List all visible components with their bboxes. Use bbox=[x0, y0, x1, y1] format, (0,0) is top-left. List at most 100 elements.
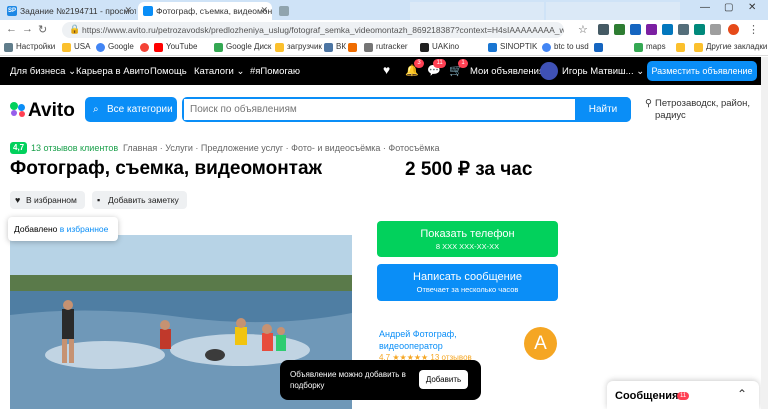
back-icon[interactable]: ← bbox=[6, 23, 17, 35]
bookmark-uakino[interactable]: UAKino bbox=[420, 42, 459, 52]
bookmark-maps[interactable]: maps bbox=[634, 42, 666, 52]
google-icon bbox=[96, 43, 105, 52]
minimize-icon[interactable]: — bbox=[700, 2, 710, 13]
bookmark-other[interactable]: Другие закладки bbox=[694, 42, 767, 52]
write-message-button[interactable]: Написать сообщение Отвечает за несколько… bbox=[377, 264, 558, 301]
page-title: Фотограф, съемка, видеомонтаж bbox=[10, 158, 323, 179]
toast-add-button[interactable]: Добавить bbox=[419, 370, 468, 389]
show-phone-button[interactable]: Показать телефон 8 XXX XXX-XX-XX bbox=[377, 221, 558, 257]
bookmark-gdrive[interactable]: Google Диск bbox=[214, 42, 271, 52]
reload-icon[interactable]: ↻ bbox=[38, 23, 47, 36]
folder-icon bbox=[676, 43, 685, 52]
page-scrollbar[interactable] bbox=[761, 57, 768, 409]
chat-icon[interactable]: 💬 11 bbox=[427, 59, 446, 77]
seller-avatar[interactable]: A bbox=[524, 327, 557, 360]
site-icon bbox=[420, 43, 429, 52]
lock-icon: 🔒 bbox=[69, 24, 81, 34]
cart-badge: 1 bbox=[458, 59, 468, 68]
forward-icon[interactable]: → bbox=[22, 23, 33, 35]
location-selector[interactable]: ⚲ Петрозаводск, район, радиус bbox=[645, 98, 765, 122]
search-box: Найти bbox=[182, 97, 631, 122]
cart-icon[interactable]: 🛒 1 bbox=[449, 59, 468, 77]
response-time: Отвечает за несколько часов bbox=[416, 285, 519, 294]
tab-other[interactable] bbox=[274, 2, 408, 20]
tab-title: Фотограф, съемка, видеомонтаж bbox=[156, 6, 272, 16]
bookmark-downloader[interactable]: загрузчик bbox=[275, 42, 322, 52]
tab-other-3[interactable] bbox=[546, 2, 680, 20]
nav-career[interactable]: Карьера в Авито bbox=[76, 66, 149, 77]
post-ad-button[interactable]: Разместить объявление bbox=[647, 61, 757, 81]
folder-icon bbox=[62, 43, 71, 52]
close-icon[interactable]: ✕ bbox=[260, 5, 268, 16]
extension-icon[interactable] bbox=[678, 24, 689, 35]
my-ads-link[interactable]: Мои объявления bbox=[470, 66, 544, 77]
extension-icon[interactable] bbox=[646, 24, 657, 35]
browser-tab-bar: SP Задание №2194711 - просмотр з ✕ Фотог… bbox=[0, 0, 768, 20]
collection-toast: Объявление можно добавить в подборку Доб… bbox=[280, 360, 481, 400]
find-button[interactable]: Найти bbox=[575, 97, 631, 122]
avatar[interactable] bbox=[540, 62, 558, 80]
gear-icon bbox=[4, 43, 13, 52]
avito-favicon-icon bbox=[143, 6, 153, 16]
breadcrumb[interactable]: Главная · Услуги · Предложение услуг · Ф… bbox=[123, 143, 440, 153]
location-text: Петрозаводск, район, радиус bbox=[655, 98, 751, 121]
messages-label: Сообщения bbox=[615, 390, 679, 402]
nav-help[interactable]: Помощь bbox=[150, 66, 187, 77]
url-field[interactable]: 🔒 https://www.avito.ru/petrozavodsk/pred… bbox=[62, 22, 564, 38]
extension-icon[interactable] bbox=[598, 24, 609, 35]
star-icon[interactable]: ☆ bbox=[578, 23, 588, 36]
tab-task[interactable]: SP Задание №2194711 - просмотр з ✕ bbox=[2, 2, 136, 20]
extension-icon[interactable] bbox=[662, 24, 673, 35]
rating-badge: 4,7 bbox=[10, 142, 28, 154]
yandex-icon bbox=[140, 43, 149, 52]
bookmark-sinoptik[interactable]: SINOPTIK bbox=[488, 42, 537, 52]
chevron-up-icon[interactable]: ⌃ bbox=[737, 387, 747, 401]
bookmark-settings[interactable]: Настройки bbox=[4, 42, 55, 52]
reviews-link[interactable]: 13 отзывов клиентов bbox=[31, 143, 118, 153]
bookmark-usa[interactable]: USA bbox=[62, 42, 90, 52]
favorite-button[interactable]: ♥ В избранном bbox=[10, 191, 85, 209]
folder-icon bbox=[694, 43, 703, 52]
maximize-icon[interactable]: ▢ bbox=[724, 2, 733, 13]
tooltip-favorites-link[interactable]: в избранное bbox=[60, 224, 109, 234]
write-message-label: Написать сообщение bbox=[413, 271, 522, 283]
bookmark-rutracker[interactable]: rutracker bbox=[364, 42, 408, 52]
user-menu[interactable]: Игорь Матвиш... ⌄ bbox=[562, 66, 644, 77]
bell-icon[interactable]: 🔔 3 bbox=[405, 59, 424, 77]
youtube-icon bbox=[154, 43, 163, 52]
categories-label: Все категории bbox=[107, 104, 173, 115]
close-icon[interactable]: ✕ bbox=[124, 5, 132, 16]
profile-icon[interactable] bbox=[728, 24, 739, 35]
bookmark-vk[interactable]: ВК bbox=[324, 42, 346, 52]
tooltip-text: Добавлено bbox=[14, 224, 58, 234]
bookmark-btc[interactable]: btc to usd bbox=[542, 42, 589, 52]
add-note-button[interactable]: ▪ Добавить заметку bbox=[92, 191, 187, 209]
heart-icon[interactable]: ♥ bbox=[383, 63, 390, 77]
tab-other-2[interactable] bbox=[410, 2, 544, 20]
bookmark-google[interactable]: Google bbox=[96, 42, 134, 52]
avito-top-nav: Для бизнеса ⌄ Карьера в Авито Помощь Кат… bbox=[0, 57, 768, 85]
toast-text: Объявление можно добавить в подборку bbox=[290, 370, 406, 390]
nav-catalogs[interactable]: Каталоги ⌄ bbox=[194, 66, 244, 77]
nav-ihelp[interactable]: #яПомогаю bbox=[250, 66, 300, 77]
nav-business[interactable]: Для бизнеса ⌄ bbox=[10, 66, 76, 77]
messages-widget[interactable]: Сообщения 11 ⌃ bbox=[607, 381, 759, 409]
seller-name[interactable]: Андрей Фотограф, видеооператор bbox=[379, 328, 489, 352]
favorite-label: В избранном bbox=[26, 195, 77, 205]
extension-icon[interactable] bbox=[630, 24, 641, 35]
categories-button[interactable]: ⌕ Все категории bbox=[85, 97, 177, 122]
search-icon: ⌕ bbox=[93, 104, 99, 115]
site-icon bbox=[594, 43, 603, 52]
puzzle-icon[interactable] bbox=[710, 24, 721, 35]
avito-logo-icon bbox=[10, 102, 28, 118]
site-icon bbox=[348, 43, 357, 52]
bookmark-youtube[interactable]: YouTube bbox=[154, 42, 197, 52]
extension-icon[interactable] bbox=[694, 24, 705, 35]
vk-icon bbox=[324, 43, 333, 52]
extension-icon[interactable] bbox=[614, 24, 625, 35]
close-window-icon[interactable]: ✕ bbox=[748, 2, 756, 13]
search-input[interactable] bbox=[184, 99, 574, 120]
menu-dots-icon[interactable]: ⋮ bbox=[748, 23, 759, 36]
avito-logo[interactable]: Avito bbox=[10, 100, 75, 122]
tab-avito[interactable]: Фотограф, съемка, видеомонтаж ✕ bbox=[138, 2, 272, 20]
